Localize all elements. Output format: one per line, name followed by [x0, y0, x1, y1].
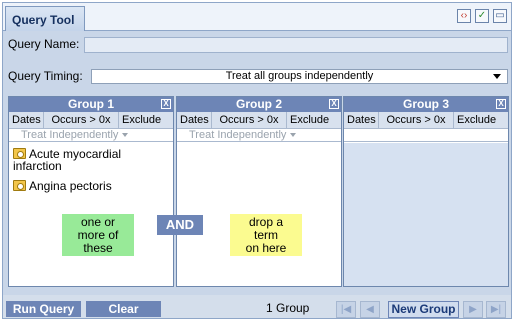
chevron-down-icon — [290, 133, 297, 138]
query-name-input[interactable] — [84, 37, 508, 53]
group-1-dates-button[interactable]: Dates — [9, 112, 44, 128]
last-page-icon[interactable]: ▶| — [486, 301, 506, 318]
group-3-header: Group 3 X — [344, 97, 508, 112]
code-view-icon[interactable]: ‹› — [457, 9, 471, 23]
first-page-icon[interactable]: |◀ — [336, 301, 356, 318]
copy-icon[interactable]: ▭ — [493, 9, 507, 23]
hint-line: on here — [245, 241, 287, 255]
group-1-options: Dates Occurs > 0x Exclude — [9, 112, 173, 129]
concept-label: Angina pectoris — [29, 179, 112, 193]
hint-drop-term: drop a term on here — [230, 214, 302, 256]
group-1-exclude-button[interactable]: Exclude — [119, 112, 173, 128]
next-page-icon[interactable]: ▶ — [463, 301, 483, 318]
tab-bar: Query Tool ‹› ✓ ▭ — [3, 3, 511, 31]
tab-query-tool[interactable]: Query Tool — [5, 6, 85, 31]
new-group-button[interactable]: New Group — [388, 301, 459, 318]
query-timing-value: Treat all groups independently — [225, 70, 374, 82]
group-1-title: Group 1 — [67, 97, 114, 111]
folder-icon — [13, 148, 26, 159]
clear-button[interactable]: Clear — [86, 301, 161, 317]
group-2-treat-select[interactable]: Treat Independently — [177, 129, 341, 142]
query-timing-label: Query Timing: — [8, 69, 83, 83]
group-2-dates-button[interactable]: Dates — [177, 112, 212, 128]
and-operator-label: AND — [157, 215, 203, 235]
group-3-occurs-button[interactable]: Occurs > 0x — [379, 112, 454, 128]
chevron-down-icon — [493, 74, 501, 79]
query-name-label: Query Name: — [8, 37, 80, 51]
group-1-treat-select[interactable]: Treat Independently — [9, 129, 173, 142]
query-timing-select[interactable]: Treat all groups independently — [91, 69, 508, 84]
run-query-button[interactable]: Run Query — [6, 301, 81, 317]
group-2-header: Group 2 X — [177, 97, 341, 112]
group-3-treat-area — [344, 129, 508, 142]
group-3-options: Dates Occurs > 0x Exclude — [344, 112, 508, 129]
validate-icon[interactable]: ✓ — [475, 9, 489, 23]
group-2-options: Dates Occurs > 0x Exclude — [177, 112, 341, 129]
group-count-label: 1 Group — [266, 301, 310, 315]
query-tool-panel: Query Tool ‹› ✓ ▭ Query Name: Query Timi… — [2, 2, 512, 319]
group-2-occurs-button[interactable]: Occurs > 0x — [212, 112, 287, 128]
group-2-title: Group 2 — [235, 97, 282, 111]
toolbar-icons: ‹› ✓ ▭ — [457, 9, 507, 23]
group-2-exclude-button[interactable]: Exclude — [287, 112, 341, 128]
group-2-close-icon[interactable]: X — [329, 99, 339, 109]
concept-item[interactable]: Angina pectoris — [13, 180, 112, 192]
group-1-treat-label: Treat Independently — [21, 129, 119, 141]
group-3-exclude-button[interactable]: Exclude — [454, 112, 508, 128]
group-3-drop-area[interactable] — [344, 143, 508, 286]
folder-icon — [13, 180, 26, 191]
group-3-panel: Group 3 X Dates Occurs > 0x Exclude — [343, 96, 509, 287]
group-3-title: Group 3 — [402, 97, 449, 111]
group-2-panel: Group 2 X Dates Occurs > 0x Exclude Trea… — [176, 96, 342, 287]
group-3-dates-button[interactable]: Dates — [344, 112, 379, 128]
prev-page-icon[interactable]: ◀ — [360, 301, 380, 318]
group-2-treat-label: Treat Independently — [189, 129, 287, 141]
group-1-header: Group 1 X — [9, 97, 173, 112]
hint-one-or-more: one or more of these — [62, 214, 134, 256]
chevron-down-icon — [122, 133, 129, 138]
group-1-close-icon[interactable]: X — [161, 99, 171, 109]
group-3-close-icon[interactable]: X — [496, 99, 506, 109]
group-1-panel: Group 1 X Dates Occurs > 0x Exclude Trea… — [8, 96, 174, 287]
concept-label-cont: infarction — [13, 159, 62, 173]
group-1-occurs-button[interactable]: Occurs > 0x — [44, 112, 119, 128]
concept-item[interactable]: Acute myocardial infarction — [13, 148, 121, 172]
hint-line: these — [83, 241, 113, 255]
footer-bar: Run Query Clear 1 Group |◀ ◀ New Group ▶… — [3, 295, 511, 318]
